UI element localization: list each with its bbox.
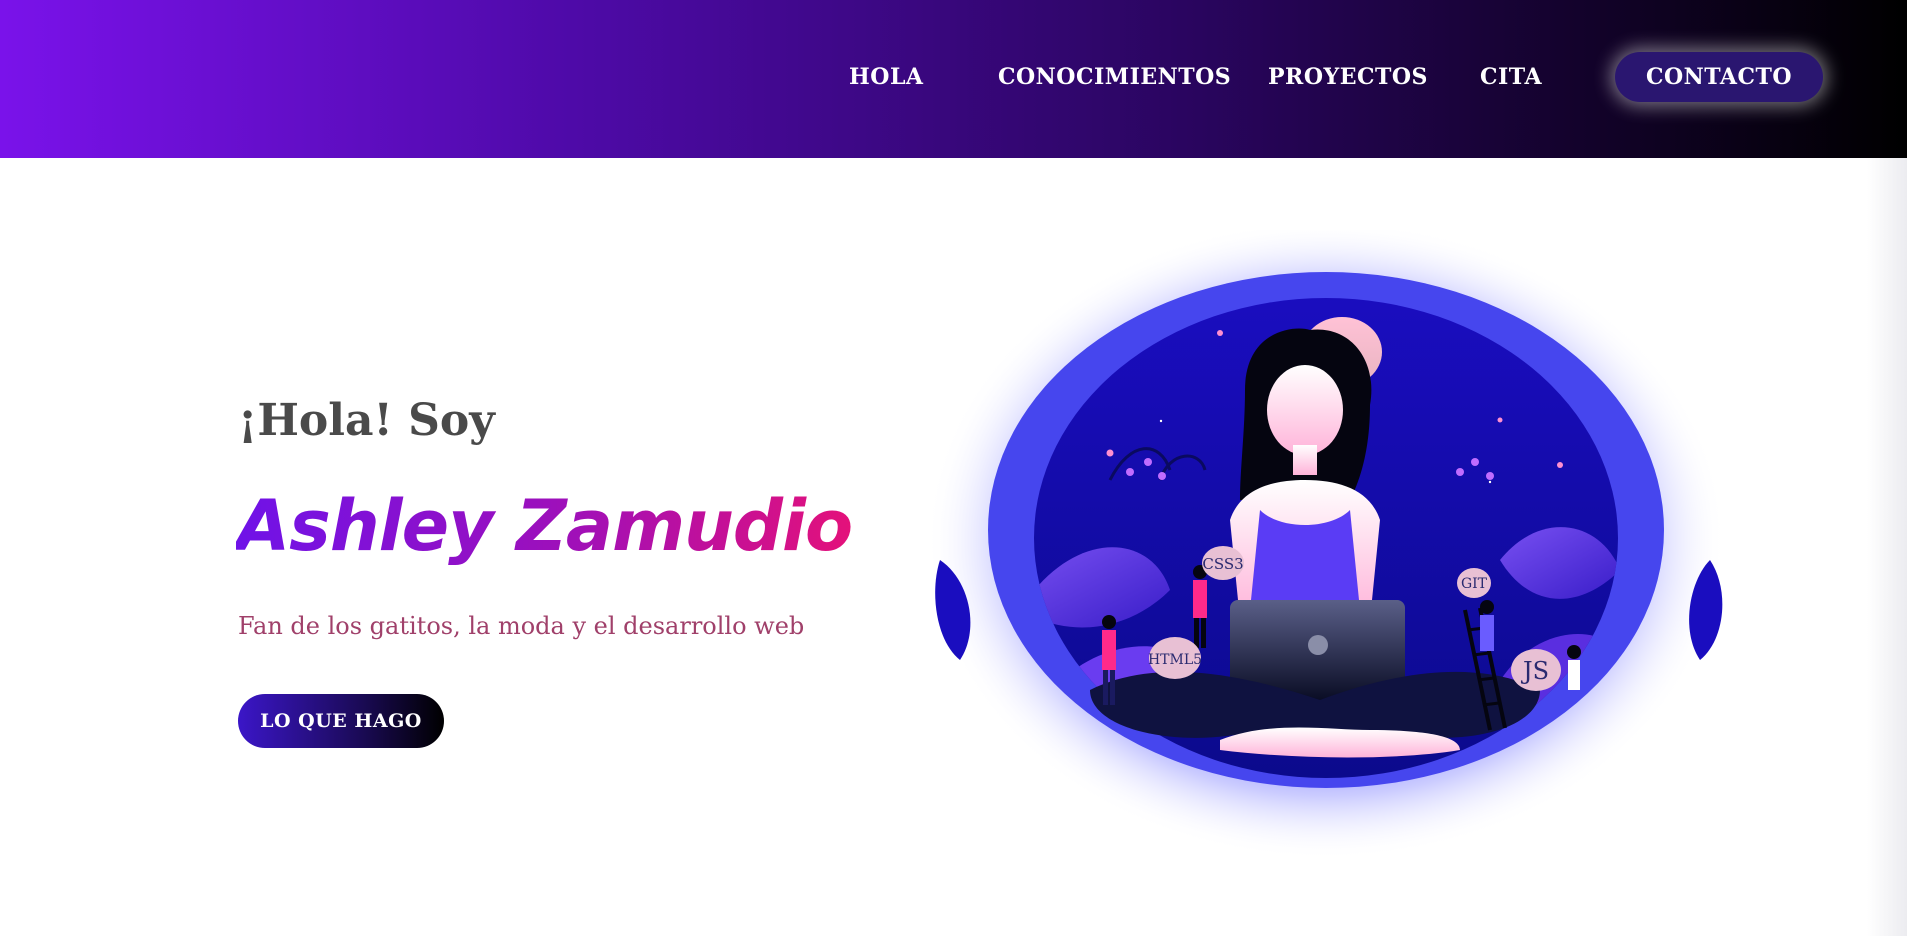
js-bubble-label: JS <box>1520 657 1549 685</box>
person-figure <box>1480 600 1494 651</box>
what-i-do-button[interactable]: LO QUE HAGO <box>238 694 444 748</box>
top <box>1250 510 1360 610</box>
main-nav: HOLA CONOCIMIENTOS PROYECTOS CITA CONTAC… <box>0 52 1907 102</box>
page-edge-shadow <box>1867 158 1907 936</box>
star-icon <box>1557 462 1563 468</box>
star-icon <box>1497 417 1503 423</box>
star-icon <box>1217 330 1223 336</box>
git-bubble-label: GIT <box>1461 576 1488 592</box>
person-figure <box>1567 645 1581 690</box>
git-bubble: GIT <box>1457 568 1491 598</box>
contact-button[interactable]: CONTACTO <box>1615 52 1823 102</box>
header-bar: HOLA CONOCIMIENTOS PROYECTOS CITA CONTAC… <box>0 0 1907 158</box>
face <box>1267 365 1343 455</box>
star-icon <box>1159 419 1163 423</box>
hero-name: Ashley Zamudio <box>236 485 853 567</box>
nav-item-proyectos[interactable]: PROYECTOS <box>1268 52 1428 102</box>
hero-greeting: ¡Hola! Soy <box>238 395 495 446</box>
nav-item-cita[interactable]: CITA <box>1480 52 1542 102</box>
css-bubble: CSS3 <box>1202 546 1244 580</box>
js-bubble: JS <box>1511 649 1561 691</box>
hero-illustration: CSS3 GIT HTML5 JS <box>926 230 1726 860</box>
star-icon <box>1106 449 1114 457</box>
html-bubble-label: HTML5 <box>1148 652 1202 668</box>
hero-tagline: Fan de los gatitos, la moda y el desarro… <box>238 612 805 640</box>
css-bubble-label: CSS3 <box>1202 555 1243 573</box>
nav-item-conocimientos[interactable]: CONOCIMIENTOS <box>998 52 1231 102</box>
star-icon <box>1488 480 1492 484</box>
nav-item-hola[interactable]: HOLA <box>849 52 924 102</box>
